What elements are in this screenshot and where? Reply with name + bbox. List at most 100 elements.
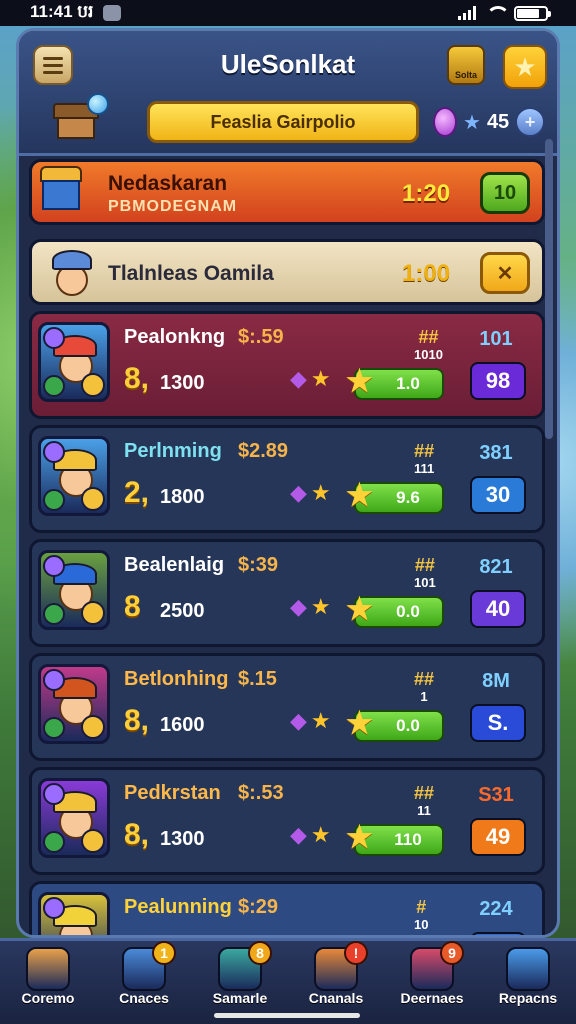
wifi-icon (486, 6, 510, 20)
rarity-badge-icon (81, 487, 105, 511)
player-rank: 2, (124, 476, 150, 509)
character-avatar-icon (44, 246, 100, 300)
bottom-nav: Coremo 1 Cnaces 8 Samarle ! Cnanals 9 De… (0, 938, 576, 1024)
hash-mark: ## (414, 669, 435, 689)
player-row[interactable]: Pealonkng $:.59 8, 1300 ## 1010 ◆ ★ ★ 1.0… (29, 311, 545, 419)
player-stat: 821 (479, 556, 513, 578)
hash-mark: ## (414, 783, 435, 803)
rarity-badge-icon (81, 373, 105, 397)
list-container: Nedaskaran PBMODEGNAM 1:20 10 Tlalnleas … (19, 159, 557, 935)
player-value-badge[interactable]: 40 (470, 590, 526, 628)
nav-item-repacns[interactable]: Repacns (480, 941, 576, 1024)
notification-badge: 1 (152, 941, 176, 965)
player-portrait[interactable] (38, 778, 110, 858)
main-panel: UleSonlkat Solta ★ Feaslia Gairpolio ★ 4… (16, 28, 560, 938)
player-hash: #10 (414, 898, 428, 931)
player-row[interactable]: Bealenlaig $:39 8 2500 ## 101 ◆ ★ ★ 0.0 8… (29, 539, 545, 647)
nav-item-coremo[interactable]: Coremo (0, 941, 96, 1024)
add-currency-button[interactable]: + (515, 107, 546, 137)
player-portrait[interactable] (38, 550, 110, 630)
player-rank: 8 (124, 590, 141, 623)
quest-claim-button[interactable]: 10 (480, 172, 530, 214)
quest-timer: 1:00 (402, 260, 451, 287)
reward-icons: ◆ ★ (290, 480, 331, 506)
nav-item-cnanals[interactable]: ! Cnanals (288, 941, 384, 1024)
player-row[interactable]: Perlnming $2.89 2, 1800 ## 111 ◆ ★ ★ 9.6 … (29, 425, 545, 533)
search-bar[interactable]: Feaslia Gairpolio (147, 101, 419, 143)
player-price: $.15 (238, 668, 277, 690)
battery-icon (514, 5, 551, 21)
meter-value: 110 (394, 830, 422, 849)
nav-label: Cnaces (119, 990, 169, 1006)
star-icon: ★ (310, 594, 331, 619)
rarity-badge-icon (81, 715, 105, 739)
power-meter: ★ 0.0 (346, 593, 444, 628)
reward-icons: ◆ ★ (290, 708, 331, 734)
quest-name: Nedaskaran (108, 172, 228, 195)
player-row[interactable]: Pedkrstan $:.53 8, 1300 ## 11 ◆ ★ ★ 110 S… (29, 767, 545, 875)
gem-icon (433, 107, 457, 137)
player-row[interactable]: Betlonhing $.15 8, 1600 ## 1 ◆ ★ ★ 0.0 8M… (29, 653, 545, 761)
class-badge-icon (43, 555, 65, 577)
player-hash: ## 1 (414, 670, 434, 703)
class-badge-icon (43, 897, 65, 919)
player-portrait[interactable] (38, 322, 110, 402)
notification-badge: 9 (440, 941, 464, 965)
player-portrait[interactable] (38, 664, 110, 744)
element-badge-icon (43, 375, 65, 397)
meter-star-icon: ★ (346, 707, 373, 740)
quest-card-2[interactable]: Tlalnleas Oamila 1:00 ✕ (29, 239, 545, 305)
quest-name: Tlalnleas Oamila (108, 262, 274, 285)
nav-label: Coremo (21, 990, 75, 1006)
meter-value: 0.0 (396, 602, 420, 621)
hash-sub: 111 (414, 461, 435, 476)
hash-sub: 1 (420, 689, 428, 704)
class-badge-icon (43, 783, 65, 805)
player-row[interactable]: Pealunning $:29 8 #10 ◆ ★ ★ 224 8 (29, 881, 545, 935)
class-badge-icon (43, 327, 65, 349)
hash-sub: 1010 (414, 347, 443, 362)
rarity-badge-icon (81, 829, 105, 853)
player-hash: ## 1010 (414, 328, 443, 361)
player-stat: 8M (482, 670, 510, 692)
player-portrait[interactable] (38, 436, 110, 516)
gem-icon: ◆ (290, 708, 307, 733)
meter-star-icon: ★ (346, 821, 373, 854)
player-score: 1300 (160, 372, 205, 394)
power-meter: ★ 1.0 (346, 365, 444, 400)
meter-value: 9.6 (396, 488, 420, 507)
logo-badge-icon[interactable]: Solta (447, 45, 485, 85)
notification-badge: ! (344, 941, 368, 965)
nav-item-cnaces[interactable]: 1 Cnaces (96, 941, 192, 1024)
player-value-badge[interactable]: 98 (470, 362, 526, 400)
player-portrait[interactable] (38, 892, 110, 935)
player-name: Pedkrstan (124, 782, 221, 804)
gem-icon: ◆ (290, 594, 307, 619)
power-meter: ★ 9.6 (346, 479, 444, 514)
notification-badge: 8 (248, 941, 272, 965)
player-score: 1800 (160, 486, 205, 508)
player-price: $:.53 (238, 782, 284, 804)
quest-card-1[interactable]: Nedaskaran PBMODEGNAM 1:20 10 (29, 159, 545, 225)
player-name: Pealonkng (124, 326, 226, 348)
hash-sub: 11 (417, 803, 431, 818)
gem-icon: ◆ (290, 480, 307, 505)
nav-item-deernaes[interactable]: 9 Deernaes (384, 941, 480, 1024)
player-rank: 8, (124, 362, 150, 395)
quest-close-button[interactable]: ✕ (480, 252, 530, 294)
hash-mark: ## (414, 441, 435, 461)
hash-mark: ## (418, 327, 439, 347)
reward-icons: ◆ ★ (290, 366, 331, 392)
meter-star-icon: ★ (346, 479, 373, 512)
player-stat: 224 (479, 898, 513, 920)
nav-item-samarle[interactable]: 8 Samarle (192, 941, 288, 1024)
shop-house-icon (38, 164, 84, 212)
player-value-badge[interactable]: 49 (470, 818, 526, 856)
element-badge-icon (43, 489, 65, 511)
favorites-star-button[interactable]: ★ (503, 45, 547, 89)
star-icon: ★ (310, 822, 331, 847)
quest-subtitle: PBMODEGNAM (108, 198, 238, 215)
house-icon[interactable] (49, 93, 109, 143)
player-value-badge[interactable]: S. (470, 704, 526, 742)
player-value-badge[interactable]: 30 (470, 476, 526, 514)
